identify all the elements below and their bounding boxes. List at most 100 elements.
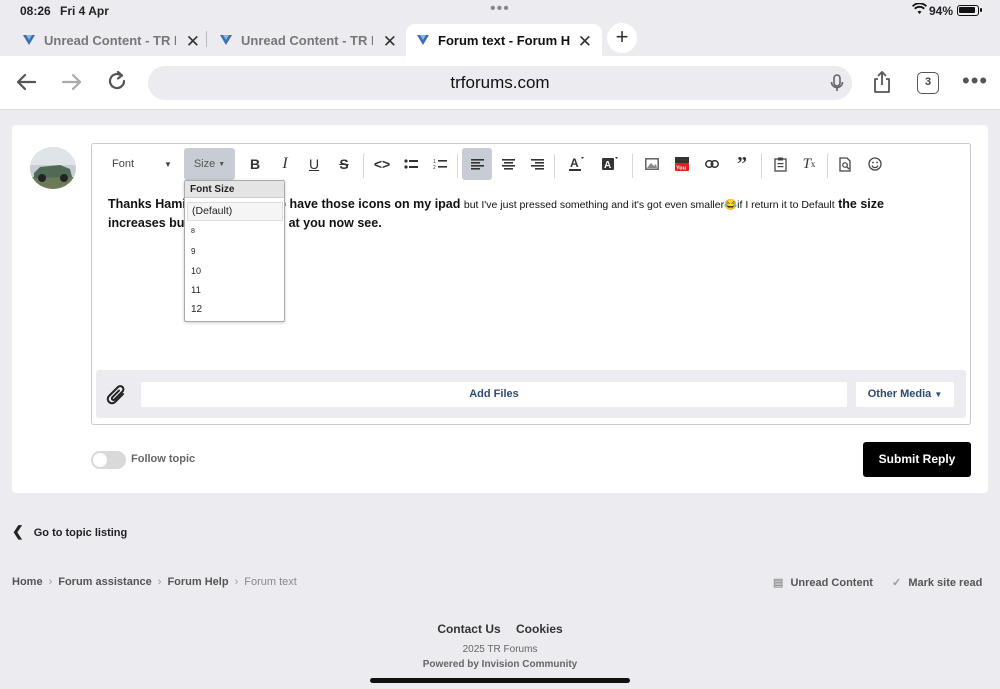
browser-toolbar: trforums.com 3 ••• [0, 56, 1000, 110]
tr-forums-favicon-icon [417, 35, 429, 45]
add-files-button[interactable]: Add Files [141, 382, 847, 407]
toolbar-divider [632, 154, 633, 178]
tab-forum-text[interactable]: Forum text - Forum Help ✕ [406, 24, 602, 56]
follow-topic-toggle[interactable] [91, 451, 126, 469]
chevron-left-icon: ❮ [12, 523, 24, 539]
back-arrow-icon[interactable] [15, 72, 37, 92]
code-icon[interactable]: <> [370, 148, 394, 180]
mark-site-read-link[interactable]: Mark site read [908, 577, 982, 589]
editor-text-segment: to have those icons on my ipad [270, 197, 464, 211]
powered-by-link[interactable]: Powered by Invision Community [0, 659, 1000, 670]
footer-links: Contact Us Cookies [0, 622, 1000, 636]
font-family-select[interactable]: Font ▼ [104, 148, 174, 180]
status-bar: 08:26 Fri 4 Apr ••• 94% [0, 0, 1000, 22]
other-media-button[interactable]: Other Media ▼ [856, 382, 954, 407]
toolbar-divider [363, 154, 364, 178]
address-bar[interactable]: trforums.com [148, 66, 852, 100]
text-color-icon[interactable]: A [564, 148, 588, 180]
more-menu-icon[interactable]: ••• [962, 68, 988, 94]
link-icon[interactable] [701, 148, 723, 180]
share-icon[interactable] [872, 70, 892, 94]
bold-icon[interactable]: B [245, 148, 265, 180]
forward-arrow-icon[interactable] [61, 72, 83, 92]
cookies-link[interactable]: Cookies [516, 622, 563, 636]
tab-bar: Unread Content - TR Forums ✕ Unread Cont… [0, 22, 1000, 56]
tr-forums-favicon-icon [220, 35, 232, 45]
paperclip-icon [106, 385, 125, 405]
align-left-icon[interactable] [462, 148, 492, 180]
svg-text:2: 2 [433, 165, 436, 170]
microphone-icon[interactable] [830, 74, 844, 92]
tr-forums-favicon-icon [23, 35, 35, 45]
size-select-label: Size [193, 158, 216, 170]
size-option-11[interactable]: 11 [191, 285, 201, 296]
close-tab-icon[interactable]: ✕ [578, 32, 592, 52]
size-option-default[interactable]: (Default) [187, 202, 283, 221]
caret-down-icon: ▼ [934, 390, 943, 399]
bulleted-list-icon[interactable] [400, 148, 422, 180]
underline-icon[interactable]: U [304, 148, 324, 180]
breadcrumb-separator-icon: › [48, 576, 53, 588]
unread-content-icon: ▤ [773, 577, 784, 589]
size-option-9[interactable]: 9 [191, 247, 195, 256]
breadcrumb-forum-help[interactable]: Forum Help [167, 576, 228, 588]
contact-us-link[interactable]: Contact Us [437, 622, 500, 636]
multitasking-dots-icon[interactable]: ••• [490, 0, 510, 18]
svg-text:A: A [570, 156, 579, 170]
preview-icon[interactable] [834, 148, 856, 180]
font-size-select[interactable]: Size ▼ [184, 148, 235, 180]
url-text: trforums.com [450, 73, 550, 92]
breadcrumb-separator-icon: › [234, 576, 239, 588]
new-tab-button[interactable]: + [607, 23, 637, 53]
tab-divider [206, 31, 207, 47]
align-center-icon[interactable] [497, 148, 519, 180]
reload-icon[interactable] [106, 70, 128, 92]
close-tab-icon[interactable]: ✕ [383, 32, 397, 52]
status-time: 08:26 [20, 4, 51, 18]
svg-text:A: A [604, 160, 611, 171]
copyright-text: 2025 TR Forums [462, 644, 538, 655]
battery-percent: 94% [929, 4, 954, 18]
quote-icon[interactable]: ” [730, 148, 754, 180]
align-right-icon[interactable] [526, 148, 548, 180]
size-option-12[interactable]: 12 [191, 304, 202, 315]
toolbar-divider [761, 154, 762, 178]
tab-title: Unread Content - TR Forums [241, 32, 373, 48]
site-links: ▤ Unread Content ✓ Mark site read [773, 576, 986, 589]
youtube-icon[interactable]: You [671, 148, 693, 180]
editor-text-small: but I've just pressed something and it's… [463, 199, 835, 211]
tab-title: Forum text - Forum Help [438, 32, 570, 48]
tab-unread-content-2[interactable]: Unread Content - TR Forums ✕ [219, 24, 397, 56]
breadcrumb-forum-text: Forum text [244, 576, 297, 588]
emoji-icon[interactable] [864, 148, 886, 180]
background-color-icon[interactable]: A [598, 148, 622, 180]
size-option-10[interactable]: 10 [191, 266, 201, 276]
toolbar-divider [554, 154, 555, 178]
strikethrough-icon[interactable]: S [334, 148, 354, 180]
unread-content-link[interactable]: Unread Content [790, 577, 873, 589]
clear-formatting-icon[interactable]: Tx [798, 148, 820, 180]
size-option-8[interactable]: 8 [191, 228, 195, 235]
toolbar-divider [827, 154, 828, 178]
breadcrumb-home[interactable]: Home [12, 576, 43, 588]
dropdown-header: Font Size [185, 181, 284, 198]
go-to-listing-label: Go to topic listing [33, 527, 128, 539]
close-tab-icon[interactable]: ✕ [186, 32, 200, 52]
wifi-icon [912, 3, 927, 14]
image-icon[interactable] [641, 148, 663, 180]
tab-unread-content-1[interactable]: Unread Content - TR Forums ✕ [22, 24, 200, 56]
numbered-list-icon[interactable]: 12 [429, 148, 451, 180]
editor-text-segment: the size [834, 197, 884, 211]
tab-count-button[interactable]: 3 [917, 72, 939, 94]
submit-reply-button[interactable]: Submit Reply [863, 442, 971, 477]
breadcrumb-separator-icon: › [157, 576, 162, 588]
battery-icon [957, 5, 982, 16]
font-select-label: Font [112, 158, 135, 170]
go-to-topic-listing-link[interactable]: ❮ Go to topic listing [12, 523, 127, 540]
paste-icon[interactable] [769, 148, 791, 180]
italic-icon[interactable]: I [275, 148, 295, 180]
chevron-down-icon: ▼ [164, 159, 172, 169]
breadcrumb-forum-assistance[interactable]: Forum assistance [58, 576, 152, 588]
tab-title: Unread Content - TR Forums [44, 32, 176, 48]
home-indicator[interactable] [370, 678, 630, 683]
